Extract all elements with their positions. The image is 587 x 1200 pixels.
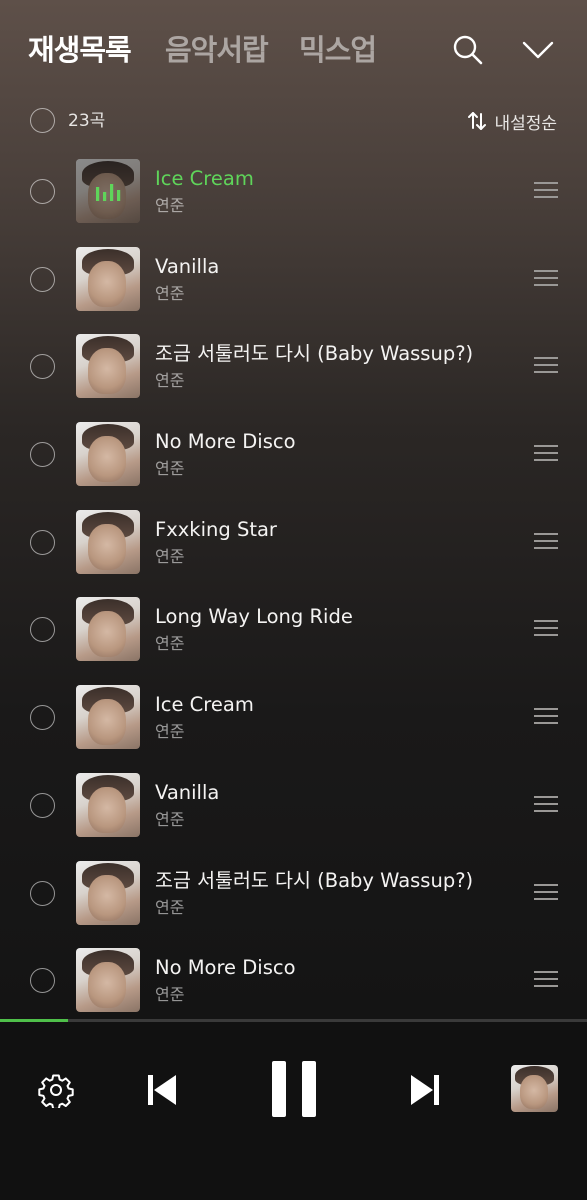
song-checkbox[interactable] <box>30 705 55 731</box>
song-title: Fxxking Star <box>155 517 277 541</box>
song-artist: 연준 <box>155 546 185 566</box>
sort-button[interactable]: 내설정순 <box>466 107 557 135</box>
album-art <box>76 422 140 487</box>
equalizer-icon <box>96 184 121 201</box>
player-bar <box>0 1022 587 1200</box>
album-art <box>76 860 140 925</box>
tab-playlist[interactable]: 재생목록 <box>28 30 132 70</box>
album-art <box>76 334 140 399</box>
song-artist: 연준 <box>155 985 185 1005</box>
song-title: Vanilla <box>155 780 220 804</box>
skip-next-icon[interactable] <box>408 1072 442 1108</box>
tab-mixup[interactable]: 믹스업 <box>299 30 377 70</box>
song-title: Vanilla <box>155 254 220 278</box>
song-checkbox[interactable] <box>30 179 55 204</box>
song-title: 조금 서툴러도 다시 (Baby Wassup?) <box>155 868 474 892</box>
chevron-down-icon[interactable] <box>520 32 556 68</box>
gear-icon[interactable] <box>38 1072 74 1108</box>
song-checkbox[interactable] <box>30 792 55 818</box>
song-title: 조금 서툴러도 다시 (Baby Wassup?) <box>155 342 474 366</box>
sort-arrows-icon <box>468 112 487 130</box>
drag-handle-icon[interactable] <box>534 269 558 287</box>
album-art <box>76 597 140 662</box>
song-artist: 연준 <box>155 722 185 742</box>
drag-handle-icon[interactable] <box>534 883 558 901</box>
album-art <box>76 772 140 837</box>
song-checkbox[interactable] <box>30 442 55 468</box>
song-artist: 연준 <box>155 897 185 917</box>
sort-label: 내설정순 <box>494 113 557 134</box>
song-row[interactable]: 조금 서툴러도 다시 (Baby Wassup?) 연준 <box>0 849 587 937</box>
song-artist: 연준 <box>155 371 185 391</box>
header: 재생목록 음악서랍 믹스업 <box>0 0 587 100</box>
song-artist: 연준 <box>155 196 185 215</box>
song-title: Ice Cream <box>155 167 254 190</box>
song-checkbox[interactable] <box>30 968 55 994</box>
song-list: Ice Cream 연준 Vanilla 연준 조금 서툴러도 다시 (Baby… <box>0 147 587 1020</box>
song-row[interactable]: Long Way Long Ride 연준 <box>0 585 587 673</box>
album-art <box>76 509 140 574</box>
song-title: No More Disco <box>155 956 296 980</box>
song-row[interactable]: Fxxking Star 연준 <box>0 498 587 586</box>
song-artist: 연준 <box>155 809 185 829</box>
drag-handle-icon[interactable] <box>534 181 558 199</box>
playlist-screen: 재생목록 음악서랍 믹스업 23곡 내설정순 Ice Cream 연준 Vani… <box>0 0 587 1020</box>
album-art <box>76 246 140 311</box>
song-checkbox[interactable] <box>30 529 55 555</box>
song-artist: 연준 <box>155 634 185 654</box>
drag-handle-icon[interactable] <box>534 970 558 988</box>
song-title: Ice Cream <box>155 693 254 717</box>
song-count: 23곡 <box>68 111 106 131</box>
now-playing-album-art[interactable] <box>511 1065 558 1112</box>
song-artist: 연준 <box>155 283 185 303</box>
song-checkbox[interactable] <box>30 354 55 380</box>
song-checkbox[interactable] <box>30 880 55 906</box>
list-header: 23곡 내설정순 <box>0 100 587 142</box>
album-art <box>76 159 140 223</box>
album-art <box>76 685 140 750</box>
drag-handle-icon[interactable] <box>534 444 558 462</box>
song-row[interactable]: Ice Cream 연준 <box>0 673 587 761</box>
song-row[interactable]: Vanilla 연준 <box>0 235 587 323</box>
skip-previous-icon[interactable] <box>145 1072 179 1108</box>
album-art <box>76 948 140 1013</box>
drag-handle-icon[interactable] <box>534 532 558 550</box>
pause-icon[interactable] <box>270 1059 318 1119</box>
song-title: Long Way Long Ride <box>155 605 353 629</box>
select-all-checkbox[interactable] <box>30 108 55 133</box>
song-row[interactable]: No More Disco 연준 <box>0 410 587 498</box>
drag-handle-icon[interactable] <box>534 707 558 725</box>
song-checkbox[interactable] <box>30 266 55 292</box>
song-row[interactable]: Ice Cream 연준 <box>0 147 587 235</box>
drag-handle-icon[interactable] <box>534 356 558 374</box>
drag-handle-icon[interactable] <box>534 795 558 813</box>
song-title: No More Disco <box>155 430 296 454</box>
song-row[interactable]: 조금 서툴러도 다시 (Baby Wassup?) 연준 <box>0 322 587 410</box>
song-row[interactable]: No More Disco 연준 <box>0 936 587 1020</box>
song-artist: 연준 <box>155 459 185 479</box>
song-row[interactable]: Vanilla 연준 <box>0 761 587 849</box>
search-icon[interactable] <box>450 32 486 68</box>
tab-music-drawer[interactable]: 음악서랍 <box>165 30 269 70</box>
drag-handle-icon[interactable] <box>534 619 558 637</box>
song-checkbox[interactable] <box>30 617 55 643</box>
